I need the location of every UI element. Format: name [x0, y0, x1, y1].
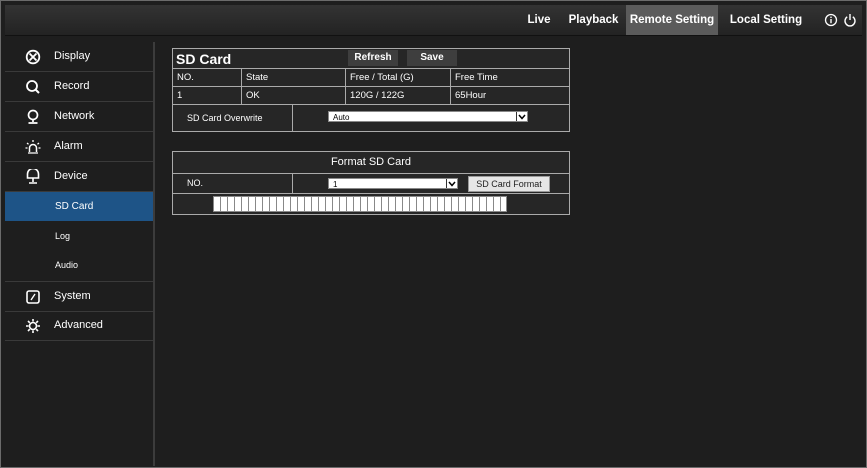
format-no-label: NO. [187, 178, 204, 188]
system-icon [26, 290, 40, 304]
nav-remote-setting[interactable]: Remote Setting [626, 5, 718, 35]
panel-title: SD Card [176, 51, 232, 67]
sidebar-item-alarm[interactable]: Alarm [5, 132, 153, 162]
sidebar-item-system[interactable]: System [5, 281, 153, 312]
divider [292, 173, 293, 193]
sidebar-item-label: Alarm [54, 140, 83, 152]
sidebar-subitem-audio[interactable]: Audio [5, 251, 153, 280]
sidebar-subitem-sd-card[interactable]: SD Card [5, 192, 153, 221]
sidebar-item-device[interactable]: Device [5, 162, 153, 192]
overwrite-label: SD Card Overwrite [187, 113, 263, 123]
table-cell: 1 [177, 90, 183, 101]
sidebar-item-label: Record [54, 80, 90, 92]
alarm-icon [25, 140, 41, 154]
sidebar-item-advanced[interactable]: Advanced [5, 311, 153, 341]
sidebar-item-record[interactable]: Record [5, 72, 153, 102]
chevron-down-icon [446, 179, 457, 188]
sidebar-item-label: Device [54, 170, 88, 182]
select-value: 1 [333, 180, 338, 189]
table-cell: OK [246, 90, 260, 101]
app-window: Live Playback Remote Setting Local Setti… [0, 0, 867, 468]
format-panel-title: Format SD Card [330, 156, 412, 168]
display-icon [25, 49, 41, 65]
sidebar-item-label: Network [54, 110, 95, 122]
divider [173, 193, 569, 194]
divider [173, 104, 569, 105]
sidebar-subitem-label: Audio [55, 260, 79, 270]
sidebar-item-label: Advanced [54, 319, 103, 331]
sidebar-item-label: System [54, 290, 91, 302]
divider [173, 173, 569, 174]
nav-live[interactable]: Live [523, 5, 555, 35]
info-icon[interactable] [824, 13, 838, 27]
nav-local-setting[interactable]: Local Setting [726, 5, 806, 35]
format-no-select[interactable]: 1 [328, 178, 458, 189]
table-header: NO. [177, 72, 194, 83]
record-icon [26, 80, 40, 94]
top-navigation-bar: Live Playback Remote Setting Local Setti… [5, 5, 862, 36]
nav-playback[interactable]: Playback [564, 5, 623, 35]
sidebar-item-display[interactable]: Display [5, 42, 153, 72]
sd-card-panel: SD Card Refresh Save NO. State Free / To… [172, 48, 570, 132]
table-cell: 65Hour [455, 90, 487, 101]
save-button[interactable]: Save [407, 50, 457, 66]
sidebar-item-label: Display [54, 50, 91, 62]
sidebar-subitem-log[interactable]: Log [5, 222, 153, 251]
power-icon[interactable] [843, 13, 857, 27]
select-value: Auto [333, 113, 350, 122]
table-header: Free / Total (G) [350, 72, 414, 83]
sidebar: Display Record Network Alarm Device SD C… [5, 42, 155, 466]
sd-card-format-button[interactable]: SD Card Format [468, 176, 550, 192]
sidebar-subitem-label: SD Card [55, 201, 94, 212]
sidebar-subitem-label: Log [55, 231, 71, 241]
table-header: Free Time [455, 72, 498, 83]
overwrite-select[interactable]: Auto [328, 111, 528, 122]
chevron-down-icon [516, 112, 527, 121]
table-header: State [246, 72, 269, 83]
device-icon [26, 169, 40, 184]
advanced-icon [26, 319, 40, 333]
table-cell: 120G / 122G [350, 90, 405, 101]
format-panel: Format SD Card NO. 1 SD Card Format [172, 151, 570, 215]
network-icon [27, 109, 39, 124]
sidebar-item-network[interactable]: Network [5, 102, 153, 132]
refresh-button[interactable]: Refresh [348, 50, 398, 66]
format-progress-bar [213, 196, 507, 212]
